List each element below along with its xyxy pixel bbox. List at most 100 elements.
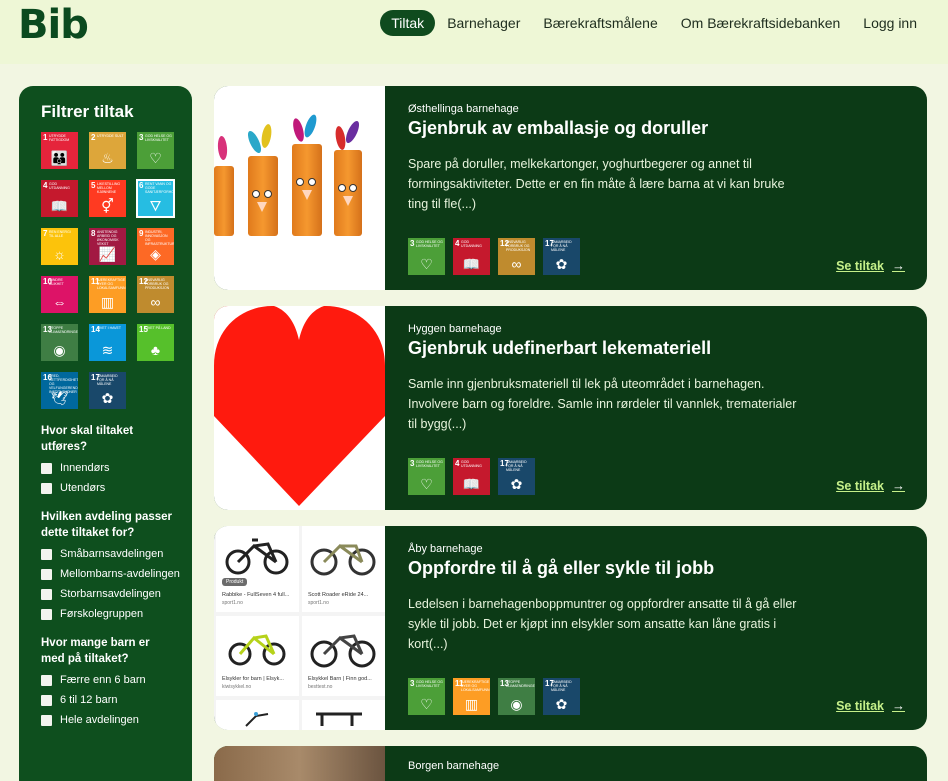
filter-option-label: 6 til 12 barn [60,694,118,706]
gender-icon: ⚥ [101,198,114,214]
checkbox[interactable] [41,715,52,726]
bike-tile: Scott Roader eRide 24... sport1.no [302,526,385,612]
tiltak-card[interactable]: Østhellinga barnehage Gjenbruk av emball… [214,86,927,290]
heartbeat-icon: ♡ [420,256,433,272]
see-tiltak-label: Se tiltak [836,478,884,493]
sdg-goal-13[interactable]: 13Stoppe klimaendringene◉ [41,324,78,361]
book-icon: 📖 [50,198,69,214]
tiltak-card[interactable]: Hyggen barnehage Gjenbruk udefinerbart l… [214,306,927,510]
filter-option-label: Utendørs [60,482,106,494]
sdg-goal-11: 11 Bærekraftige byer og lokalsamfunn ▥ [453,678,490,715]
sdg-goal-14[interactable]: 14 Livet i havet ≋ [89,324,126,361]
checkbox[interactable] [41,463,52,474]
sdg-goal-3: 3 God helse og livskvalitet ♡ [408,678,445,715]
checkbox[interactable] [41,609,52,620]
nav-item-tiltak[interactable]: Tiltak [380,10,436,36]
filter-option[interactable]: Storbarnsavdelingen [41,588,192,601]
card-description: Ledelsen i barnehagenboppmuntrer og oppf… [408,597,797,651]
bowl-icon: ♨ [101,150,114,166]
card-goals: 3 God helse og livskvalitet ♡ 4 God utdannin… [408,458,535,495]
see-tiltak-link[interactable]: Se tiltak → [836,698,905,713]
tiltak-card[interactable]: Produkt Rabbike - FullSeven 4 full... sp… [214,526,927,730]
heartbeat-icon: ♡ [420,696,433,712]
sdg-goal-11[interactable]: 11 Bærekraftige byer og lokalsamfunn ▥ [89,276,126,313]
sdg-goal-3[interactable]: 3 God helse og livskvalitet ♡ [137,132,174,169]
filter-option-label: Innendørs [60,462,110,474]
filter-option[interactable]: Småbarnsavdelingen [41,548,192,561]
card-image [214,746,385,781]
growth-icon: 📈 [98,246,117,262]
sdg-goal-4[interactable]: 4 God utdanning 📖 [41,180,78,217]
family-icon: 👪 [50,150,69,166]
card-image [214,86,385,290]
city-icon: ▥ [464,696,479,712]
card-title[interactable]: Gjenbruk av emballasje og doruller [408,118,708,139]
infinity-icon: ∞ [150,294,161,310]
heartbeat-icon: ♡ [420,476,433,492]
filter-option[interactable]: Mellombarns-avdelingen [41,568,192,581]
sdg-goal-17: 17 Samarbeid for å nå målene ✿ [543,678,580,715]
checkbox[interactable] [41,483,52,494]
sdg-goal-17: 17 Samarbeid for å nå målene ✿ [498,458,535,495]
sdg-goal-7[interactable]: 7 Ren energi til alle ☼ [41,228,78,265]
sdg-goal-13: 13Stoppe klimaendringene◉ [498,678,535,715]
tiltak-card[interactable]: Borgen barnehage [214,746,927,781]
heart-image [214,306,385,506]
book-icon: 📖 [462,476,481,492]
sdg-goal-17[interactable]: 17 Samarbeid for å nå målene ✿ [89,372,126,409]
filter-question: Hvor skal tiltaket utføres? [41,425,134,453]
eye-globe-icon: ◉ [510,696,523,712]
card-image [214,306,385,510]
filter-option-label: Hele avdelingen [60,714,139,726]
bike-tile: Produkt Rabbike - FullSeven 4 full... sp… [216,526,299,612]
nav-item-logg-inn[interactable]: Logg inn [852,10,928,36]
kindergarten-name: Åby barnehage [408,543,483,555]
card-title[interactable]: Oppfordre til å gå eller sykle til jobb [408,558,714,579]
checkbox[interactable] [41,589,52,600]
sdg-goal-10[interactable]: 10 Mindre ulikhet ⇔ [41,276,78,313]
sdg-goal-9[interactable]: 9 Industri, innovasjon og infrastruktur ◈ [137,228,174,265]
filter-question: Hvor mange barn er med på tiltaket? [41,637,150,665]
sdg-goal-3: 3 God helse og livskvalitet ♡ [408,238,445,275]
bike-tile [302,700,385,730]
filter-option[interactable]: Hele avdelingen [41,714,192,727]
sdg-goal-1[interactable]: 1 Utrydde fattigdom 👪 [41,132,78,169]
sdg-goal-8[interactable]: 8 Anstendig arbeid og økonomisk vekst 📈 [89,228,126,265]
filter-option-label: Småbarnsavdelingen [60,548,164,560]
see-tiltak-link[interactable]: Se tiltak → [836,258,905,273]
filter-option[interactable]: Førskolegruppen [41,608,192,621]
nav-item-om-bærekraftsidebanken[interactable]: Om Bærekraftsidebanken [670,10,852,36]
filter-title: Filtrer tiltak [41,102,134,121]
nav-item-bærekraftsmålene[interactable]: Bærekraftsmålene [532,10,668,36]
sdg-goal-4: 4 God utdanning 📖 [453,458,490,495]
filter-option[interactable]: Færre enn 6 barn [41,674,192,687]
sdg-goal-5[interactable]: 5 Likestilling mellom kjønnene ⚥ [89,180,126,217]
filter-option[interactable]: Utendørs [41,482,192,495]
main-nav: Tiltak Barnehager Bærekraftsmålene Om Bærek… [379,10,928,36]
checkbox[interactable] [41,695,52,706]
card-body: Borgen barnehage [408,746,927,781]
filter-option[interactable]: Innendørs [41,462,192,475]
sdg-goal-2[interactable]: 2 Utrydde sult ♨ [89,132,126,169]
sdg-goal-6[interactable]: 6Rent vann og gode sanitærforhold🜄 [136,179,175,218]
checkbox[interactable] [41,549,52,560]
card-goals: 3 God helse og livskvalitet ♡ 4 God utdannin… [408,238,580,275]
filter-option-label: Storbarnsavdelingen [60,588,161,600]
sdg-goal-16[interactable]: 16 Fred, rettferdighet og velfungerende i… [41,372,78,409]
dove-icon: 🕊 [50,390,69,406]
filter-option[interactable]: 6 til 12 barn [41,694,192,707]
checkbox[interactable] [41,675,52,686]
fish-icon: ≋ [101,342,114,358]
sdg-goal-15[interactable]: 15 Livet på land ♣ [137,324,174,361]
filter-groups: Hvor skal tiltaket utføres? Innendørs Uten… [41,423,192,727]
nav-item-barnehager[interactable]: Barnehager [436,10,531,36]
see-tiltak-link[interactable]: Se tiltak → [836,478,905,493]
arrow-right-icon: → [892,698,905,713]
checkbox[interactable] [41,569,52,580]
tree-icon: ♣ [150,342,161,358]
card-title[interactable]: Gjenbruk udefinerbart lekemateriell [408,338,711,359]
filter-option-label: Førskolegruppen [60,608,144,620]
sdg-goal-12[interactable]: 12 Ansvarlig forbruk og produksjon ∞ [137,276,174,313]
site-logo[interactable]: Bib [18,2,89,48]
cubes-icon: ◈ [150,246,161,262]
